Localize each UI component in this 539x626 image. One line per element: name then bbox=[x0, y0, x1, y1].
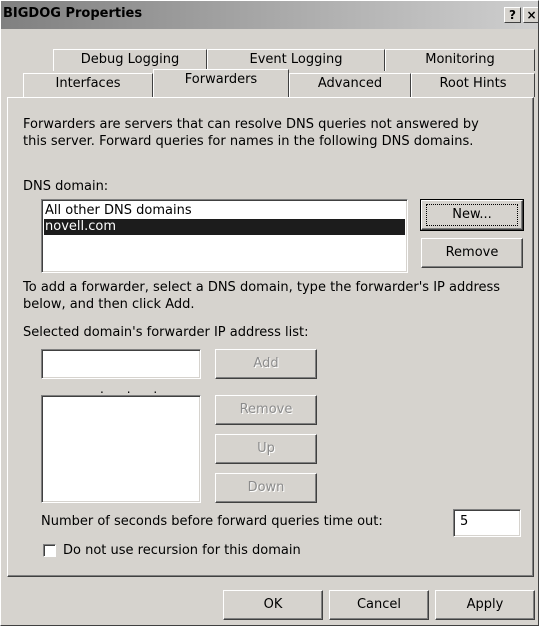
tab-label: Advanced bbox=[317, 76, 383, 91]
no-recursion-label: Do not use recursion for this domain bbox=[63, 543, 301, 558]
cancel-button[interactable]: Cancel bbox=[329, 590, 429, 620]
tab-root-hints[interactable]: Root Hints bbox=[411, 73, 535, 97]
forwarder-ip-list[interactable] bbox=[41, 395, 201, 503]
instruction-line-2: below, and then click Add. bbox=[23, 297, 195, 312]
apply-button[interactable]: Apply bbox=[435, 590, 535, 620]
description-line-2: this server. Forward queries for names i… bbox=[23, 134, 474, 149]
timeout-label: Number of seconds before forward queries… bbox=[41, 514, 383, 529]
tab-forwarders[interactable]: Forwarders bbox=[153, 69, 289, 97]
new-domain-button[interactable]: New... bbox=[420, 199, 524, 231]
ip-address-input[interactable]: . . . bbox=[41, 349, 201, 396]
button-label: Cancel bbox=[356, 597, 402, 612]
button-label: Apply bbox=[466, 597, 504, 612]
button-label: Add bbox=[253, 356, 279, 371]
timeout-input[interactable]: 5 bbox=[453, 509, 521, 537]
tab-debug-logging[interactable]: Debug Logging bbox=[53, 49, 207, 71]
move-up-button[interactable]: Up bbox=[215, 434, 317, 464]
dns-domain-label: DNS domain: bbox=[23, 179, 109, 194]
tab-label: Root Hints bbox=[439, 76, 507, 91]
button-label: Remove bbox=[445, 245, 499, 260]
ok-button[interactable]: OK bbox=[223, 590, 323, 620]
list-item-novell-com[interactable]: novell.com bbox=[44, 219, 405, 235]
list-item-all-other-dns-domains[interactable]: All other DNS domains bbox=[44, 203, 405, 219]
title-bar[interactable]: BIGDOG Properties ? × bbox=[1, 1, 538, 29]
help-button[interactable]: ? bbox=[504, 7, 521, 23]
tab-label: Interfaces bbox=[55, 76, 121, 91]
button-label: OK bbox=[263, 597, 283, 612]
ip-input-dots: . . . bbox=[100, 382, 158, 396]
window-title: BIGDOG Properties bbox=[3, 6, 143, 21]
instruction-line-1: To add a forwarder, select a DNS domain,… bbox=[23, 280, 501, 295]
tab-event-logging[interactable]: Event Logging bbox=[207, 49, 385, 71]
tab-advanced[interactable]: Advanced bbox=[289, 73, 411, 97]
tab-label: Event Logging bbox=[249, 52, 343, 67]
timeout-value: 5 bbox=[460, 514, 469, 529]
tab-interfaces[interactable]: Interfaces bbox=[23, 73, 153, 97]
tab-label: Monitoring bbox=[425, 52, 495, 67]
tab-label: Debug Logging bbox=[80, 52, 180, 67]
focus-ring bbox=[426, 204, 518, 226]
remove-domain-button[interactable]: Remove bbox=[421, 238, 523, 268]
add-button[interactable]: Add bbox=[215, 349, 317, 379]
ip-list-label: Selected domain's forwarder IP address l… bbox=[23, 325, 309, 340]
close-button[interactable]: × bbox=[523, 7, 538, 23]
dns-domain-list[interactable]: All other DNS domains novell.com bbox=[41, 199, 408, 273]
button-label: Up bbox=[257, 441, 275, 456]
move-down-button[interactable]: Down bbox=[215, 473, 317, 503]
button-label: Down bbox=[247, 480, 285, 495]
tab-monitoring[interactable]: Monitoring bbox=[385, 49, 535, 71]
list-item-label: novell.com bbox=[45, 219, 117, 234]
properties-dialog: BIGDOG Properties ? × Debug Logging Even… bbox=[0, 0, 539, 626]
list-item-label: All other DNS domains bbox=[45, 203, 192, 218]
description-line-1: Forwarders are servers that can resolve … bbox=[23, 117, 479, 132]
button-label: Remove bbox=[239, 402, 293, 417]
no-recursion-checkbox[interactable] bbox=[43, 544, 56, 557]
tab-label: Forwarders bbox=[184, 72, 258, 87]
remove-ip-button[interactable]: Remove bbox=[215, 395, 317, 425]
